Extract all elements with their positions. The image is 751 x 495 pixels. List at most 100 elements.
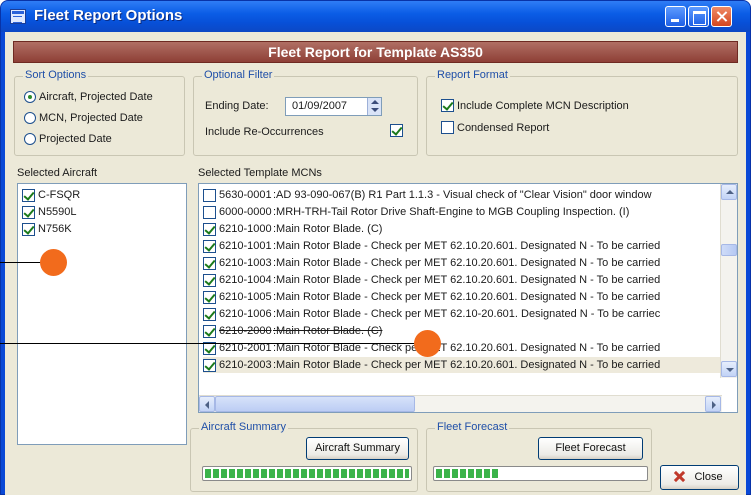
aircraft-summary-label: Aircraft Summary [199,421,288,433]
mcn-code: 6210-1005 [219,291,272,303]
mcn-code: 5630-0001 [219,189,272,201]
mcn-row[interactable]: 6210-1001:Main Rotor Blade - Check per M… [203,238,723,254]
mcn-checkbox[interactable] [203,222,216,236]
include-reoccurrences-checkbox[interactable] [390,124,403,137]
sort-options-group: Sort Options Aircraft, Projected Date MC… [14,69,185,156]
sort-projected-date-radio[interactable]: Projected Date [24,131,112,147]
mcn-row[interactable]: 6210-1006:Main Rotor Blade - Check per M… [203,306,723,322]
mcn-code: 6210-1003 [219,257,272,269]
mcn-description: :Main Rotor Blade. (C) [273,223,383,235]
checkbox-indicator [22,222,35,236]
radio-label: MCN, Projected Date [39,112,143,124]
fleet-forecast-button[interactable]: Fleet Forecast [538,437,643,460]
fleet-report-window: Fleet Report Options Fleet Report for Te… [0,0,751,495]
mcn-row[interactable]: 6210-1000:Main Rotor Blade. (C) [203,221,723,237]
sort-aircraft-projected-radio[interactable]: Aircraft, Projected Date [24,89,153,105]
ending-date-label: Ending Date: [205,100,269,112]
horizontal-scroll-thumb[interactable] [215,396,415,412]
mcn-row[interactable]: 6210-2000:Main Rotor Blade. (C) [203,323,723,339]
aircraft-item-n5590l[interactable]: N5590L [22,204,77,220]
mcn-code: 6210-1006 [219,308,272,320]
mcn-code: 6000-0000 [219,206,272,218]
window-title: Fleet Report Options [34,7,183,24]
selected-mcns-list[interactable]: 5630-0001:AD 93-090-067(B) R1 Part 1.1.3… [198,183,738,413]
radio-label: Aircraft, Projected Date [39,91,153,103]
close-button-label: Close [694,471,723,483]
scroll-right-icon[interactable] [705,396,721,412]
minimize-icon[interactable] [665,6,686,27]
mcn-code: 6210-1000 [219,223,272,235]
callout-marker-aircraft [40,249,67,276]
mcn-description: :AD 93-090-067(B) R1 Part 1.1.3 - Visual… [273,189,652,201]
aircraft-summary-button[interactable]: Aircraft Summary [306,437,409,460]
maximize-icon[interactable] [688,6,709,27]
radio-indicator [24,91,36,103]
mcn-code: 6210-2000 [219,325,272,337]
report-format-label: Report Format [435,69,510,81]
mcn-row[interactable]: 6000-0000:MRH-TRH-Tail Rotor Drive Shaft… [203,204,723,220]
aircraft-item-n756k[interactable]: N756K [22,221,72,237]
mcn-row[interactable]: 6210-1003:Main Rotor Blade - Check per M… [203,255,723,271]
fleet-forecast-label: Fleet Forecast [435,421,510,433]
mcn-checkbox[interactable] [203,307,216,321]
checkbox-indicator [441,121,454,134]
selected-aircraft-label: Selected Aircraft [17,167,98,179]
mcn-description: :Main Rotor Blade - Check per MET 62.10.… [273,274,661,286]
mcn-checkbox[interactable] [203,358,216,372]
mcn-row[interactable]: 6210-1004:Main Rotor Blade - Check per M… [203,272,723,288]
mcn-checkbox[interactable] [203,256,216,270]
fleet-forecast-group: Fleet Forecast Fleet Forecast [426,421,652,492]
condensed-report-checkbox[interactable]: Condensed Report [441,121,549,134]
callout-line-mcns [0,343,420,344]
scroll-up-icon[interactable] [721,184,737,200]
aircraft-tail: C-FSQR [38,189,81,201]
close-button[interactable]: Close [660,465,739,490]
checkbox-indicator [22,205,35,219]
date-spinner-icon[interactable] [367,98,381,115]
mcn-row[interactable]: 5630-0001:AD 93-090-067(B) R1 Part 1.1.3… [203,187,723,203]
fleet-forecast-progress [433,466,648,481]
mcn-code: 6210-1001 [219,240,272,252]
red-x-icon [674,471,685,482]
vertical-scrollbar[interactable] [720,184,737,378]
close-icon[interactable] [711,6,732,27]
mcn-description: :Main Rotor Blade. (C) [273,325,383,337]
sort-mcn-projected-radio[interactable]: MCN, Projected Date [24,110,143,126]
report-banner: Fleet Report for Template AS350 [13,41,738,63]
radio-indicator [24,112,36,124]
aircraft-tail: N756K [38,223,72,235]
sort-options-label: Sort Options [23,69,89,81]
selected-aircraft-list[interactable]: C-FSQR N5590L N756K [17,183,187,445]
title-bar[interactable]: Fleet Report Options [1,1,750,32]
aircraft-summary-group: Aircraft Summary Aircraft Summary [190,421,418,492]
mcn-description: :Main Rotor Blade - Check per MET 62.10.… [273,257,661,269]
checkbox-indicator [22,188,35,202]
radio-indicator [24,133,36,145]
include-complete-mcn-checkbox[interactable]: Include Complete MCN Description [441,99,629,112]
horizontal-scrollbar[interactable] [199,395,722,412]
mcn-checkbox[interactable] [203,188,216,202]
optional-filter-group: Optional Filter Ending Date: 01/09/2007 … [193,69,418,156]
checkbox-label: Include Complete MCN Description [457,99,629,112]
optional-filter-label: Optional Filter [202,69,275,81]
vertical-scroll-thumb[interactable] [721,244,737,256]
aircraft-summary-progress-fill [205,469,409,478]
aircraft-item-c-fsqr[interactable]: C-FSQR [22,187,80,203]
mcn-row[interactable]: 6210-2003:Main Rotor Blade - Check per M… [203,357,723,373]
scroll-down-icon[interactable] [721,361,737,377]
report-format-group: Report Format Include Complete MCN Descr… [426,69,738,156]
mcn-code: 6210-1004 [219,274,272,286]
ending-date-input[interactable]: 01/09/2007 [285,97,382,116]
scroll-left-icon[interactable] [199,396,215,412]
mcn-checkbox[interactable] [203,324,216,338]
checkbox-label: Condensed Report [457,121,550,134]
mcn-row[interactable]: 6210-1005:Main Rotor Blade - Check per M… [203,289,723,305]
mcn-checkbox[interactable] [203,205,216,219]
mcn-checkbox[interactable] [203,239,216,253]
selected-mcns-label: Selected Template MCNs [198,167,322,179]
mcn-checkbox[interactable] [203,290,216,304]
callout-line-aircraft [0,262,44,263]
mcn-description: :Main Rotor Blade - Check per MET 62.10.… [273,240,661,252]
checkbox-indicator [441,99,454,112]
mcn-checkbox[interactable] [203,273,216,287]
